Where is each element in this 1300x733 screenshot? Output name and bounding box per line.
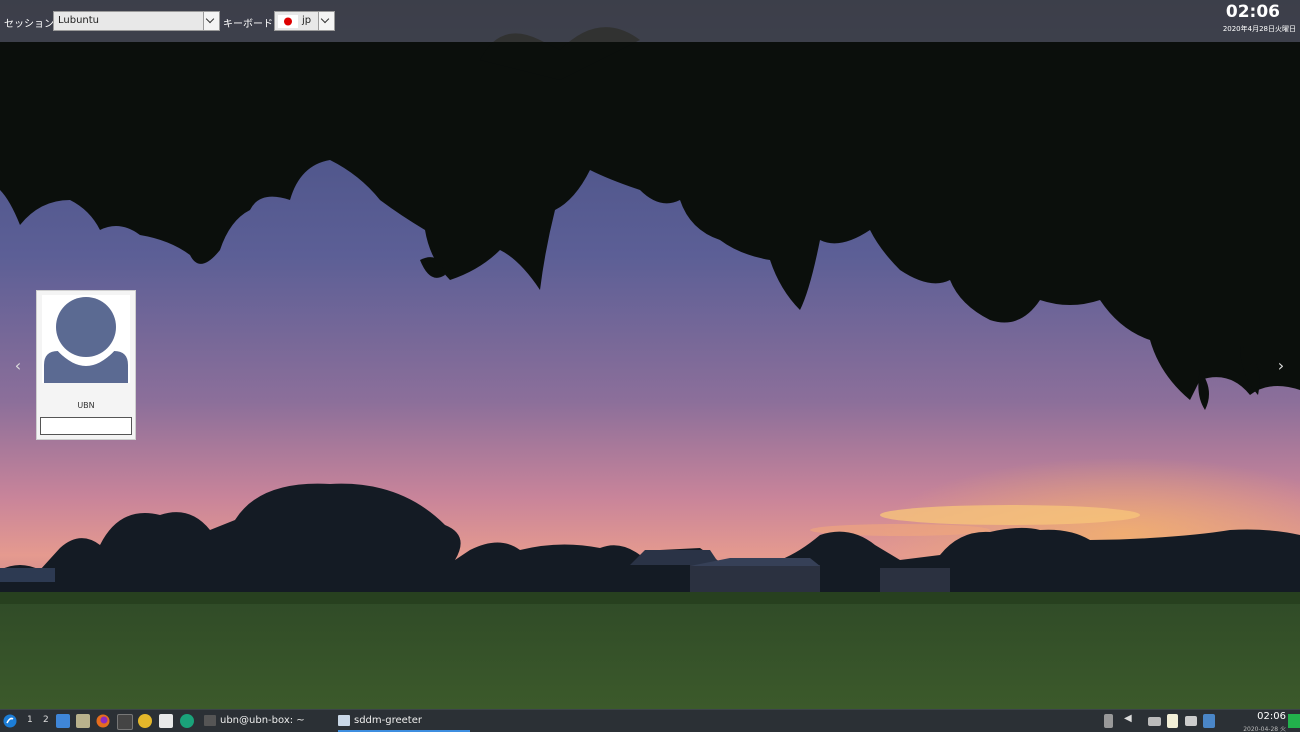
desktop-switch-1[interactable]: 1 [27, 715, 33, 725]
keyboard-layout-combobox[interactable]: jp [274, 11, 335, 31]
session-combobox[interactable]: Lubuntu [53, 11, 220, 31]
user-login-card[interactable]: UBN [36, 290, 136, 440]
desktop-switch-2[interactable]: 2 [43, 715, 49, 725]
lubuntu-logo-icon[interactable] [3, 714, 17, 728]
show-desktop-icon[interactable] [56, 714, 70, 728]
window-icon [338, 715, 350, 726]
chevron-down-icon[interactable] [318, 12, 334, 30]
taskbar: 1 2 ubn@ubn-box: ~ sddm-greeter ◀ 02:06 … [0, 709, 1300, 733]
terminal-icon[interactable] [117, 714, 133, 730]
task-terminal[interactable]: ubn@ubn-box: ~ [204, 712, 330, 730]
japan-flag-icon [278, 15, 298, 28]
session-label: セッション [4, 19, 54, 30]
taskbar-clock[interactable]: 02:06 [1257, 711, 1286, 722]
battery-icon[interactable] [1104, 714, 1113, 728]
taskbar-date: 2020-04-28 火 [1243, 726, 1286, 733]
text-editor-icon[interactable] [159, 714, 173, 728]
keyboard-layout-value: jp [302, 15, 312, 26]
software-center-icon[interactable] [138, 714, 152, 728]
task-sddm-greeter[interactable]: sddm-greeter [338, 712, 470, 732]
next-user-arrow-icon[interactable]: › [1274, 356, 1288, 375]
task-label: ubn@ubn-box: ~ [220, 715, 305, 726]
keyboard-icon[interactable] [1148, 717, 1161, 726]
show-desktop-corner-icon[interactable] [1288, 714, 1300, 728]
user-name-label: UBN [77, 401, 95, 410]
settings-icon[interactable] [180, 714, 194, 728]
task-label: sddm-greeter [354, 715, 422, 726]
password-field[interactable] [40, 417, 132, 435]
network-icon[interactable] [1203, 714, 1215, 728]
keyboard-label: キーボード [223, 19, 273, 30]
session-value: Lubuntu [58, 15, 100, 26]
folder-icon[interactable] [76, 714, 90, 728]
user-avatar-icon [42, 295, 130, 383]
firefox-icon[interactable] [96, 714, 110, 728]
previous-user-arrow-icon[interactable]: ‹ [11, 356, 25, 375]
wallpaper [0, 0, 1300, 731]
greeter-top-bar: セッション Lubuntu キーボード jp 02:06 2020年4月28日火… [0, 0, 1300, 42]
chevron-down-icon[interactable] [203, 12, 219, 30]
greeter-clock: 02:06 [1225, 2, 1280, 22]
greeter-date: 2020年4月28日火曜日 [1222, 25, 1296, 33]
clipboard-icon[interactable] [1167, 714, 1178, 728]
display-icon[interactable] [1185, 716, 1197, 726]
volume-icon[interactable]: ◀ [1124, 713, 1134, 727]
terminal-icon [204, 715, 216, 726]
